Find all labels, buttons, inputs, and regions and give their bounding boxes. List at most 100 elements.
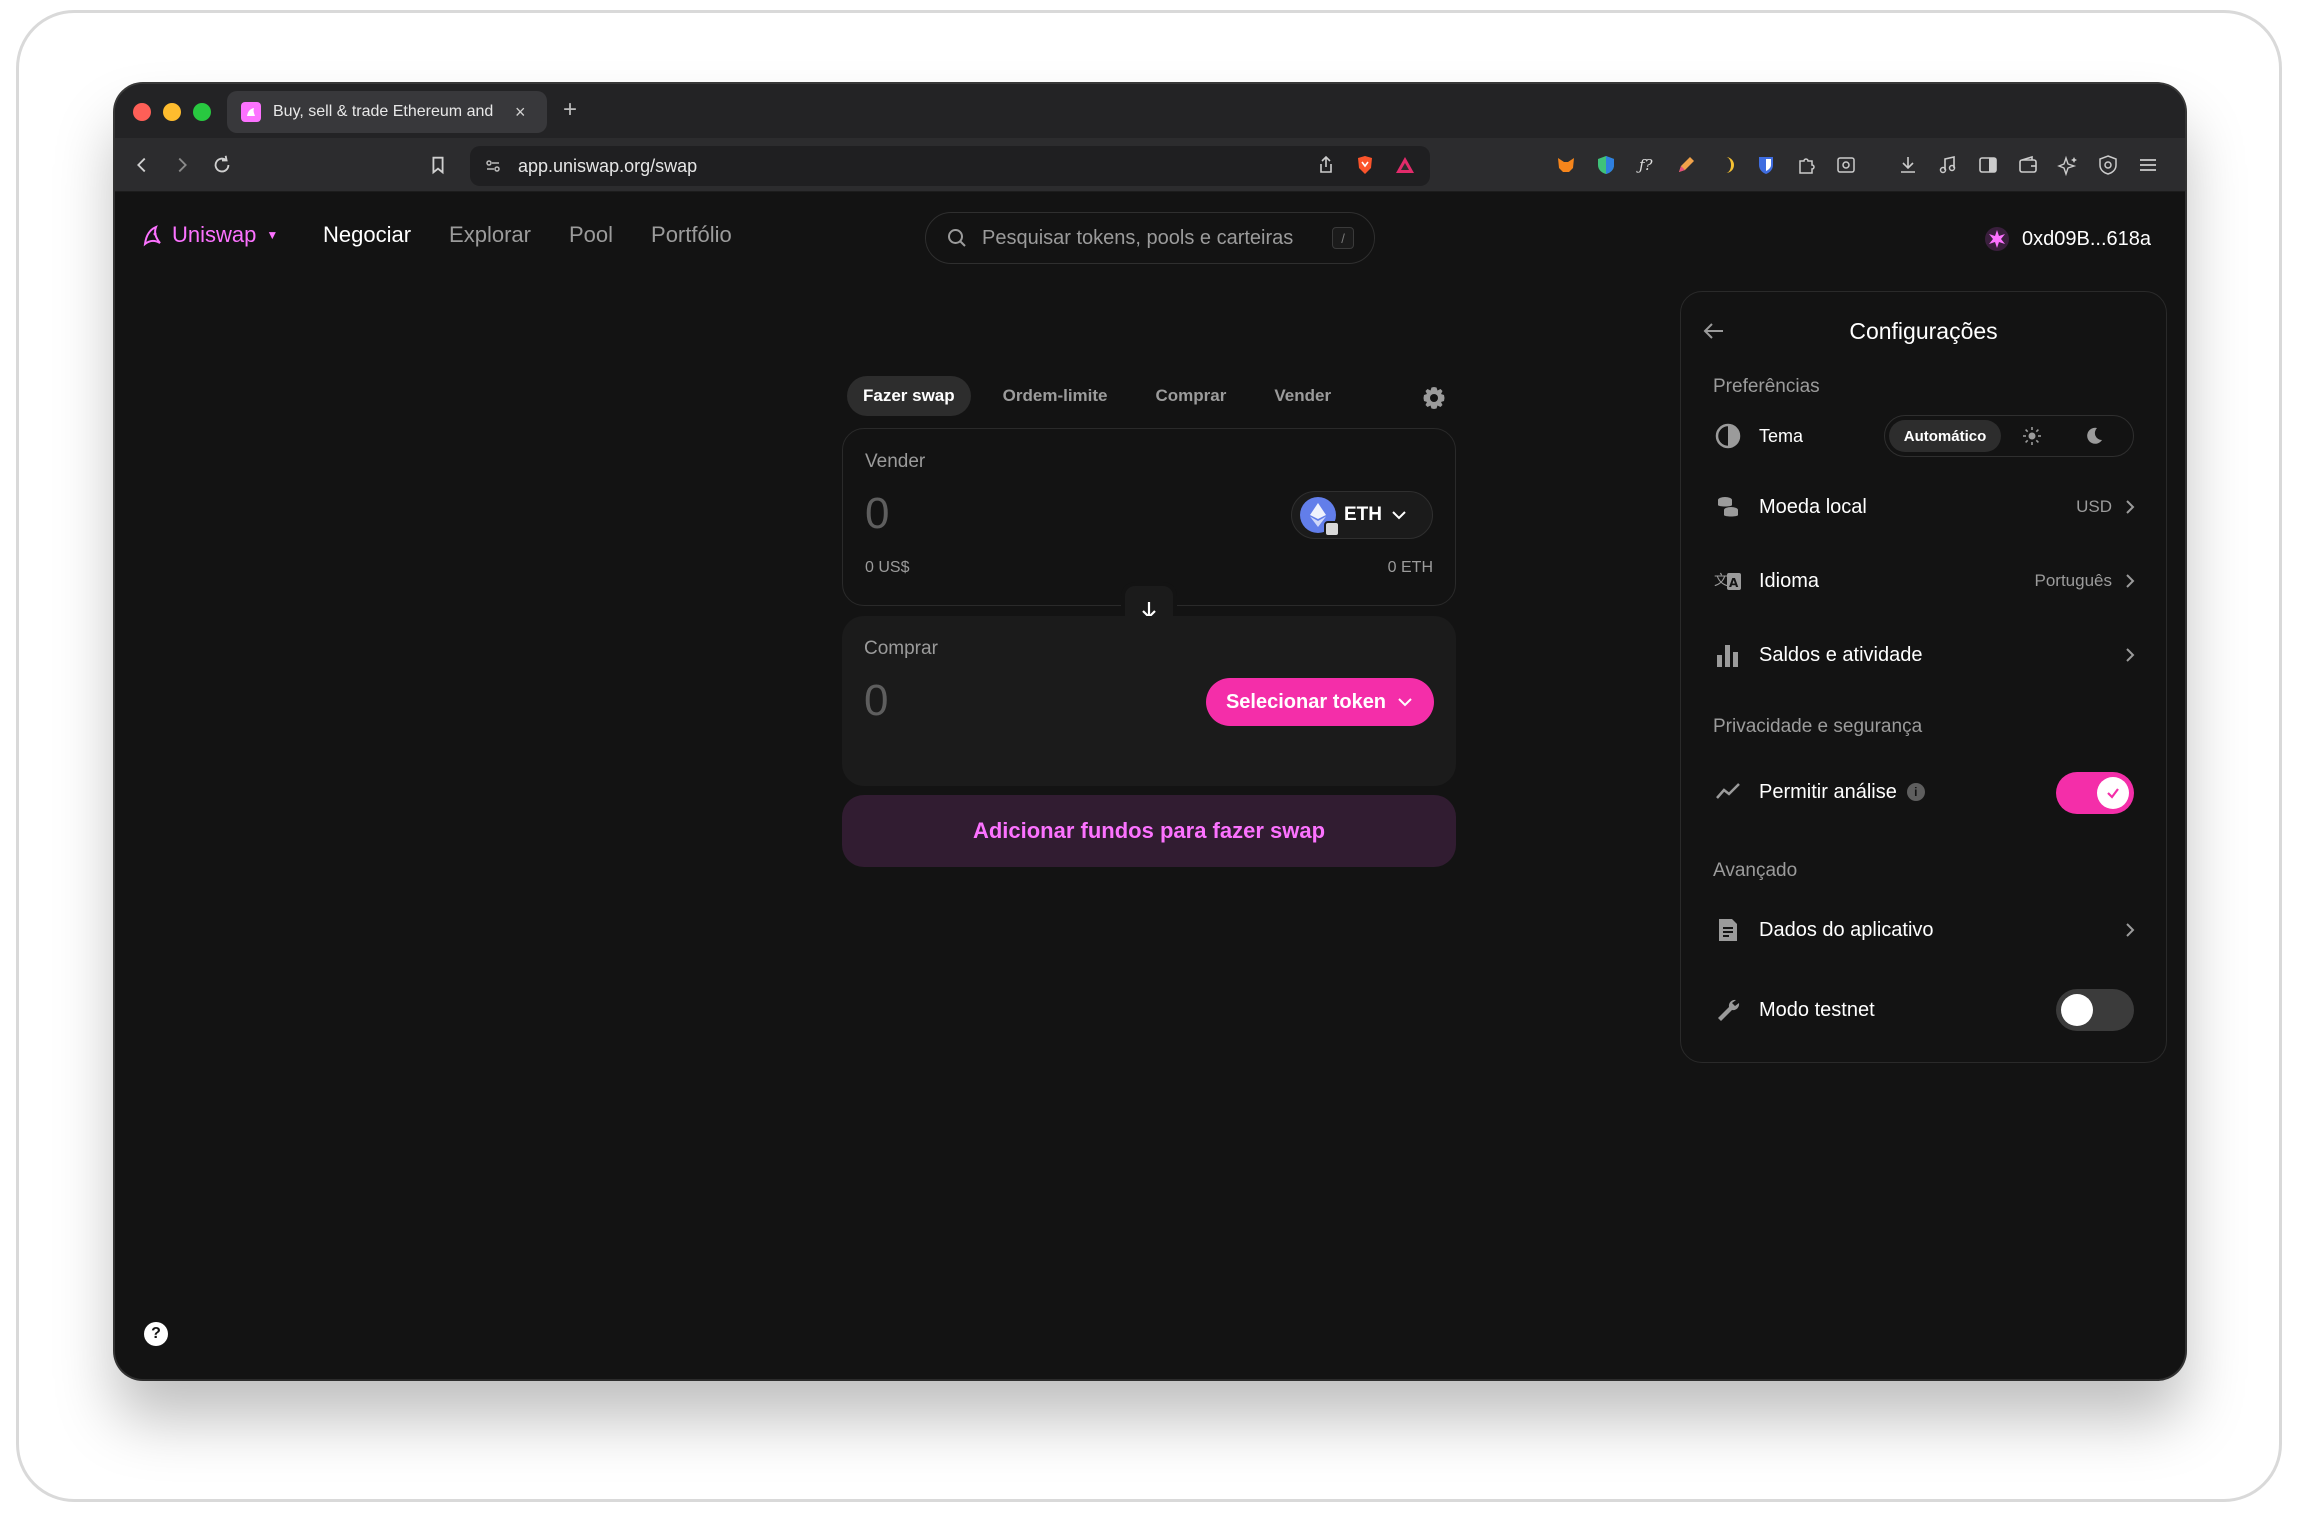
moon-extension-icon[interactable] <box>1713 152 1739 178</box>
analytics-label: Permitir análise <box>1759 780 1897 803</box>
gear-icon[interactable] <box>1420 384 1448 412</box>
line-chart-icon <box>1713 777 1743 807</box>
sun-icon[interactable] <box>2001 420 2063 452</box>
nav-explorar[interactable]: Explorar <box>449 222 531 248</box>
sell-usd-value: 0 US$ <box>865 559 910 576</box>
logo-text: Uniswap <box>172 222 257 247</box>
chevron-right-icon <box>2126 923 2135 937</box>
account-address: 0xd09B...618a <box>2022 227 2151 250</box>
media-icon[interactable] <box>1935 152 1961 178</box>
brave-shields-icon[interactable] <box>1354 154 1376 176</box>
help-button[interactable]: ? <box>144 1322 168 1346</box>
tab-ordem-limite[interactable]: Ordem-limite <box>987 376 1124 416</box>
local-currency-row[interactable]: Moeda local USD <box>1713 487 2138 527</box>
buy-label: Comprar <box>864 638 938 659</box>
analytics-row: Permitir análise i <box>1713 772 2013 812</box>
share-icon[interactable] <box>1316 155 1336 175</box>
metamask-icon[interactable] <box>1553 152 1579 178</box>
theme-row: Tema <box>1713 416 1913 456</box>
info-icon[interactable]: i <box>1906 783 1925 801</box>
settings-panel: Configurações Preferências Tema Automáti… <box>1680 291 2167 1063</box>
app-data-row[interactable]: Dados do aplicativo <box>1713 910 2138 950</box>
download-icon[interactable] <box>1895 152 1921 178</box>
tab-vender[interactable]: Vender <box>1258 376 1347 416</box>
shield-extension-icon[interactable] <box>1593 152 1619 178</box>
add-funds-button[interactable]: Adicionar fundos para fazer swap <box>842 795 1456 867</box>
address-bar[interactable]: app.uniswap.org/swap <box>470 146 1430 186</box>
uniswap-logo[interactable]: Uniswap ▼ <box>140 222 278 248</box>
nav-negociar[interactable]: Negociar <box>323 222 411 248</box>
maximize-window-button[interactable] <box>193 103 211 121</box>
chevron-down-icon <box>1392 511 1406 520</box>
bar-chart-icon <box>1713 640 1743 670</box>
wallet-icon[interactable] <box>2015 152 2041 178</box>
minimize-window-button[interactable] <box>163 103 181 121</box>
account-button[interactable]: 0xd09B...618a <box>1984 226 2151 252</box>
vpn-icon[interactable] <box>2095 152 2121 178</box>
svg-text:ƒ?: ƒ? <box>1636 156 1654 174</box>
chevron-down-icon <box>1398 698 1412 707</box>
toggle-knob <box>2097 777 2129 809</box>
search-input[interactable]: Pesquisar tokens, pools e carteiras / <box>925 212 1375 264</box>
app-header: Uniswap ▼ Negociar Explorar Pool Portfól… <box>115 192 2185 280</box>
sell-amount-input[interactable]: 0 <box>865 489 889 539</box>
document-icon <box>1713 915 1743 945</box>
bitwarden-icon[interactable] <box>1753 152 1779 178</box>
language-label: Idioma <box>1759 569 1820 592</box>
browser-tab[interactable]: Buy, sell & trade Ethereum and × <box>227 91 547 133</box>
tab-title: Buy, sell & trade Ethereum and <box>273 103 494 120</box>
checkmark-icon <box>2107 788 2119 799</box>
browser-window: Buy, sell & trade Ethereum and × + app.u… <box>115 84 2185 1379</box>
contrast-icon <box>1713 421 1743 451</box>
privacy-heading: Privacidade e segurança <box>1713 716 1923 737</box>
account-avatar-icon <box>1985 227 2009 251</box>
analytics-toggle[interactable] <box>2056 772 2134 814</box>
advanced-heading: Avançado <box>1713 860 1798 881</box>
url-text: app.uniswap.org/swap <box>518 155 698 176</box>
nav-portfolio[interactable]: Portfólio <box>651 222 732 248</box>
bookmark-icon[interactable] <box>425 152 451 178</box>
puzzle-extensions-icon[interactable] <box>1793 152 1819 178</box>
chevron-right-icon <box>2126 648 2135 662</box>
nav-pool[interactable]: Pool <box>569 222 613 248</box>
close-tab-icon[interactable]: × <box>515 102 526 123</box>
leo-ai-icon[interactable] <box>2055 152 2081 178</box>
forward-icon[interactable] <box>169 152 195 178</box>
select-token-button[interactable]: Selecionar token <box>1206 678 1434 726</box>
sell-panel: Vender 0 ETH 0 US$ 0 ETH <box>842 428 1456 606</box>
back-icon[interactable] <box>129 152 155 178</box>
new-tab-button[interactable]: + <box>563 96 577 124</box>
menu-icon[interactable] <box>2135 152 2161 178</box>
sidebar-icon[interactable] <box>1975 152 2001 178</box>
language-value: Português <box>2034 571 2113 590</box>
testnet-row: Modo testnet <box>1713 990 2013 1030</box>
balances-activity-row[interactable]: Saldos e atividade <box>1713 635 2138 675</box>
coins-icon <box>1713 492 1743 522</box>
theme-auto-option[interactable]: Automático <box>1889 420 2001 452</box>
screenshot-extension-icon[interactable] <box>1833 152 1859 178</box>
preferences-heading: Preferências <box>1713 376 1820 397</box>
buy-panel: Comprar 0 Selecionar token <box>842 616 1456 786</box>
search-icon <box>948 229 966 247</box>
currency-value: USD <box>2076 497 2112 516</box>
sell-token-selector[interactable]: ETH <box>1291 491 1433 539</box>
extensions-toolbar: ƒ? <box>1553 152 2161 178</box>
sell-token-symbol: ETH <box>1344 504 1382 525</box>
logo-caret-icon: ▼ <box>266 228 279 242</box>
language-row[interactable]: 文A Idioma Português <box>1713 561 2138 601</box>
function-extension-icon[interactable]: ƒ? <box>1633 152 1659 178</box>
unicorn-icon <box>143 225 161 247</box>
brave-rewards-icon[interactable] <box>1394 154 1416 176</box>
pencil-extension-icon[interactable] <box>1673 152 1699 178</box>
tab-comprar[interactable]: Comprar <box>1140 376 1243 416</box>
tab-fazer-swap[interactable]: Fazer swap <box>847 376 971 416</box>
moon-icon[interactable] <box>2063 420 2125 452</box>
close-window-button[interactable] <box>133 103 151 121</box>
balances-label: Saldos e atividade <box>1759 643 1923 666</box>
currency-label: Moeda local <box>1759 495 1867 518</box>
buy-amount-input[interactable]: 0 <box>864 676 888 726</box>
reload-icon[interactable] <box>209 152 235 178</box>
site-settings-icon[interactable] <box>484 157 502 175</box>
app-data-label: Dados do aplicativo <box>1759 918 1934 941</box>
testnet-toggle[interactable] <box>2056 989 2134 1031</box>
